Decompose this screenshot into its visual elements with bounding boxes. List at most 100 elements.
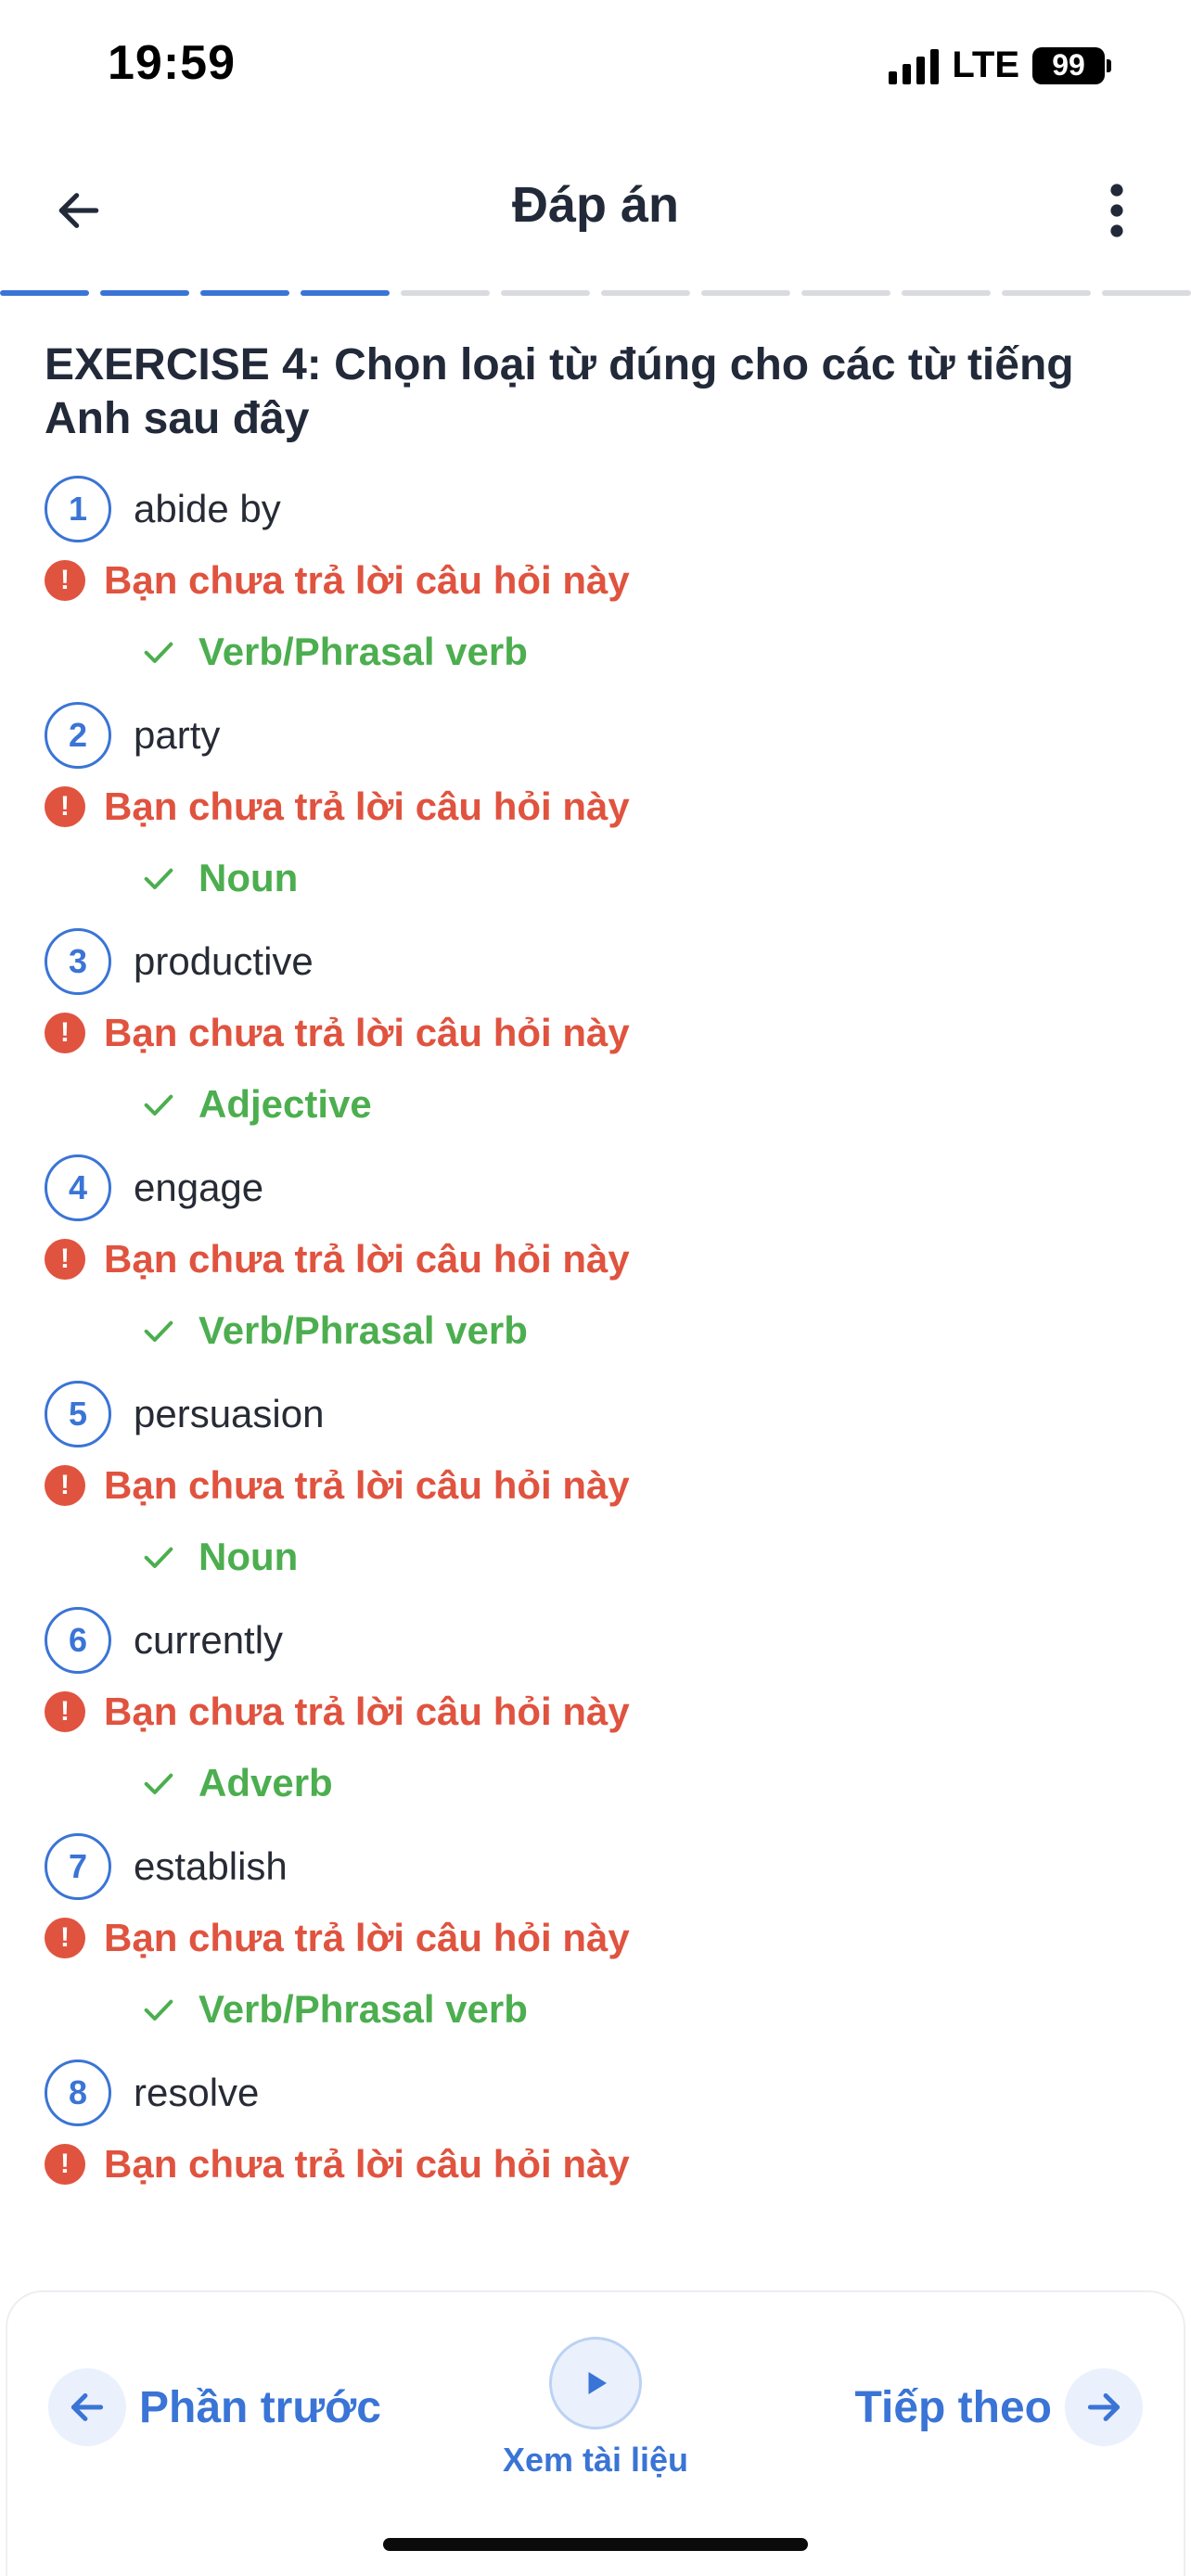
bottom-nav-bar: Phần trước Xem tài liệu Tiếp theo <box>6 2290 1185 2576</box>
correct-answer: Verb/Phrasal verb <box>198 1308 528 1352</box>
status-time: 19:59 <box>108 36 236 90</box>
correct-answer-row: Noun <box>137 841 1148 915</box>
alert-icon: ! <box>45 2144 85 2185</box>
alert-icon: ! <box>45 1465 85 1506</box>
progress-segment <box>401 290 490 296</box>
question-list: 1 abide by ! Bạn chưa trả lời câu hỏi nà… <box>45 472 1148 2199</box>
alert-icon: ! <box>45 560 85 601</box>
question-number-badge: 7 <box>45 1833 111 1900</box>
signal-icon <box>889 47 940 84</box>
progress-bar <box>0 290 1191 298</box>
progress-segment <box>501 290 590 296</box>
correct-answer: Verb/Phrasal verb <box>198 630 528 673</box>
progress-segment <box>801 290 890 296</box>
question-item: 5 persuasion ! Bạn chưa trả lời câu hỏi … <box>45 1377 1148 1594</box>
unanswered-row: ! Bạn chưa trả lời câu hỏi này <box>45 1677 1148 1746</box>
question-word: currently <box>134 1618 284 1662</box>
check-icon <box>137 1988 180 2031</box>
question-item: 6 currently ! Bạn chưa trả lời câu hỏi n… <box>45 1603 1148 1820</box>
alert-icon: ! <box>45 1691 85 1732</box>
question-number-badge: 3 <box>45 928 111 995</box>
question-row: 8 resolve <box>45 2056 1148 2130</box>
correct-answer: Adverb <box>198 1761 333 1804</box>
progress-segment <box>701 290 790 296</box>
alert-icon: ! <box>45 1918 85 1958</box>
correct-answer-row: Verb/Phrasal verb <box>137 615 1148 689</box>
question-row: 4 engage <box>45 1151 1148 1225</box>
question-number-badge: 4 <box>45 1154 111 1221</box>
unanswered-row: ! Bạn chưa trả lời câu hỏi này <box>45 1451 1148 1520</box>
question-word: party <box>134 713 221 757</box>
unanswered-message: Bạn chưa trả lời câu hỏi này <box>104 1011 630 1054</box>
question-item: 7 establish ! Bạn chưa trả lời câu hỏi n… <box>45 1830 1148 2047</box>
page-title: Đáp án <box>511 177 680 233</box>
question-number-badge: 5 <box>45 1381 111 1447</box>
progress-segment <box>601 290 690 296</box>
correct-answer-row: Adverb <box>137 1746 1148 1820</box>
view-document-label: Xem tài liệu <box>502 2441 689 2479</box>
correct-answer: Verb/Phrasal verb <box>198 1987 528 2031</box>
unanswered-row: ! Bạn chưa trả lời câu hỏi này <box>45 546 1148 615</box>
correct-answer-row: Verb/Phrasal verb <box>137 1972 1148 2047</box>
question-word: productive <box>134 939 314 983</box>
status-indicators: LTE 99 <box>889 45 1111 86</box>
check-icon <box>137 1536 180 1578</box>
unanswered-row: ! Bạn chưa trả lời câu hỏi này <box>45 1904 1148 1972</box>
more-vertical-icon <box>1110 184 1123 237</box>
exercise-title: EXERCISE 4: Chọn loại từ đúng cho các từ… <box>45 340 1074 443</box>
alert-icon: ! <box>45 1013 85 1053</box>
unanswered-message: Bạn chưa trả lời câu hỏi này <box>104 784 630 828</box>
question-item: 4 engage ! Bạn chưa trả lời câu hỏi này … <box>45 1151 1148 1368</box>
correct-answer: Noun <box>198 1535 299 1578</box>
unanswered-message: Bạn chưa trả lời câu hỏi này <box>104 1237 630 1281</box>
unanswered-row: ! Bạn chưa trả lời câu hỏi này <box>45 2130 1148 2199</box>
question-row: 2 party <box>45 698 1148 772</box>
unanswered-row: ! Bạn chưa trả lời câu hỏi này <box>45 999 1148 1067</box>
question-item: 1 abide by ! Bạn chưa trả lời câu hỏi nà… <box>45 472 1148 689</box>
check-icon <box>137 1762 180 1804</box>
correct-answer-row: Verb/Phrasal verb <box>137 1294 1148 1368</box>
question-row: 3 productive <box>45 925 1148 999</box>
check-icon <box>137 1309 180 1352</box>
progress-segment <box>200 290 289 296</box>
progress-segment <box>100 290 189 296</box>
progress-segment <box>1002 290 1091 296</box>
next-label: Tiếp theo <box>854 2382 1052 2432</box>
exercise-content: EXERCISE 4: Chọn loại từ đúng cho các từ… <box>45 338 1148 2208</box>
play-icon <box>549 2337 642 2429</box>
question-number-badge: 1 <box>45 476 111 542</box>
question-number-badge: 2 <box>45 702 111 769</box>
unanswered-row: ! Bạn chưa trả lời câu hỏi này <box>45 1225 1148 1294</box>
progress-segment <box>1102 290 1191 296</box>
question-row: 5 persuasion <box>45 1377 1148 1451</box>
question-word: abide by <box>134 487 281 530</box>
question-word: persuasion <box>134 1392 325 1435</box>
arrow-right-circle-icon <box>1065 2368 1143 2446</box>
alert-icon: ! <box>45 786 85 827</box>
question-word: establish <box>134 1844 288 1888</box>
battery-tip <box>1107 58 1111 72</box>
unanswered-message: Bạn chưa trả lời câu hỏi này <box>104 1690 630 1733</box>
network-label: LTE <box>952 45 1019 85</box>
question-number-badge: 8 <box>45 2060 111 2126</box>
check-icon <box>137 1083 180 1126</box>
next-button[interactable]: Tiếp theo <box>855 2368 1143 2446</box>
question-item: 2 party ! Bạn chưa trả lời câu hỏi này N… <box>45 698 1148 915</box>
question-row: 1 abide by <box>45 472 1148 546</box>
question-row: 6 currently <box>45 1603 1148 1677</box>
question-word: engage <box>134 1166 264 1209</box>
more-options-button[interactable] <box>1080 169 1154 252</box>
progress-segment <box>0 290 89 296</box>
battery-icon: 99 <box>1032 46 1105 84</box>
correct-answer: Noun <box>198 856 299 899</box>
unanswered-message: Bạn chưa trả lời câu hỏi này <box>104 1916 630 1959</box>
question-row: 7 establish <box>45 1830 1148 1904</box>
correct-answer: Adjective <box>198 1082 372 1126</box>
answer-screen: 19:59 LTE 99 Đáp án EXERCISE 4: Chọn loạ… <box>0 0 1191 2576</box>
progress-segment <box>301 290 390 296</box>
unanswered-message: Bạn chưa trả lời câu hỏi này <box>104 558 630 602</box>
unanswered-message: Bạn chưa trả lời câu hỏi này <box>104 2142 630 2186</box>
check-icon <box>137 857 180 899</box>
check-icon <box>137 631 180 673</box>
correct-answer-row: Adjective <box>137 1067 1148 1141</box>
